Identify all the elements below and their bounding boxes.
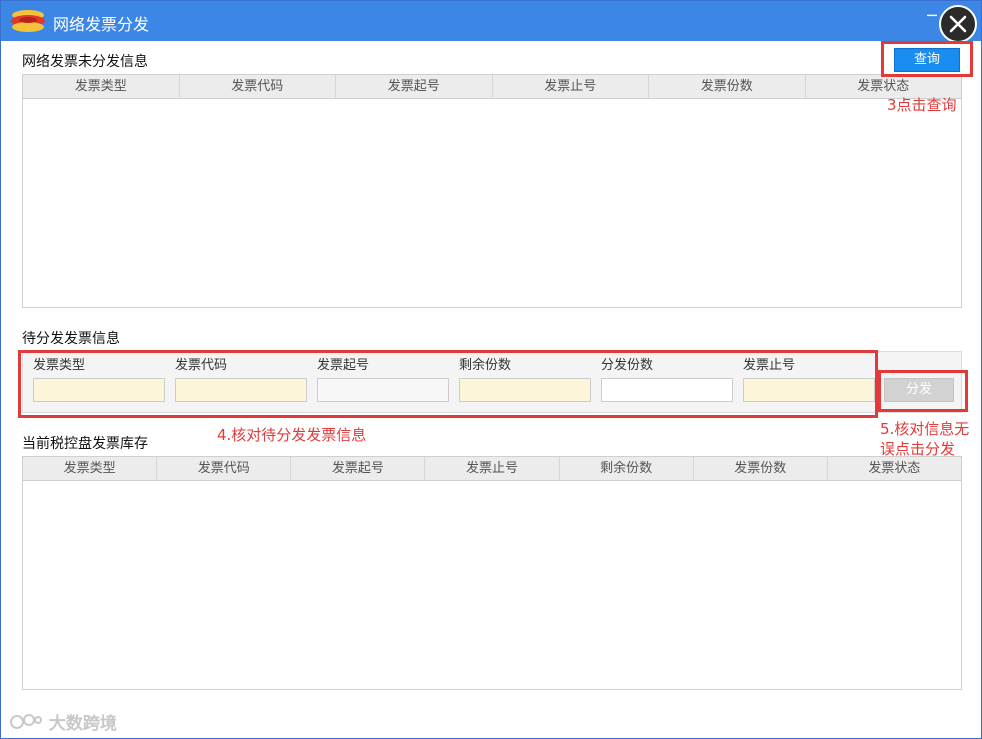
column-header[interactable]: 发票类型 bbox=[23, 75, 180, 98]
column-header[interactable]: 发票代码 bbox=[180, 75, 336, 98]
invoice-distribution-window: 网络发票分发 ─ 网络发票未分发信息 查询 发票类型 发票代码 发票起号 发票止… bbox=[0, 0, 982, 739]
app-logo-icon bbox=[11, 10, 45, 32]
close-icon bbox=[949, 15, 967, 33]
column-header[interactable]: 发票状态 bbox=[828, 457, 961, 480]
unassigned-invoice-table[interactable]: 发票类型 发票代码 发票起号 发票止号 发票份数 发票状态 bbox=[22, 74, 962, 308]
title-bar[interactable]: 网络发票分发 ─ bbox=[1, 1, 981, 43]
distribute-highlight-box bbox=[878, 370, 968, 412]
column-header[interactable]: 发票起号 bbox=[291, 457, 426, 480]
watermark-logo-icon bbox=[10, 714, 42, 729]
column-header[interactable]: 发票份数 bbox=[649, 75, 806, 98]
query-highlight-box bbox=[881, 41, 973, 77]
step3-annotation: 3点击查询 bbox=[887, 96, 957, 114]
column-header[interactable]: 发票止号 bbox=[493, 75, 649, 98]
pending-highlight-box bbox=[18, 350, 878, 418]
watermark: 大数跨境 bbox=[9, 709, 117, 734]
column-header[interactable]: 发票起号 bbox=[336, 75, 493, 98]
inventory-section-label: 当前税控盘发票库存 bbox=[22, 436, 148, 452]
step4-annotation: 4.核对待分发发票信息 bbox=[217, 426, 367, 444]
step5-annotation-line1: 5.核对信息无 bbox=[880, 420, 970, 438]
unassigned-section-label: 网络发票未分发信息 bbox=[22, 54, 148, 70]
column-header[interactable]: 发票代码 bbox=[157, 457, 292, 480]
column-header[interactable]: 发票止号 bbox=[425, 457, 560, 480]
pending-section-label: 待分发发票信息 bbox=[22, 331, 120, 347]
unassigned-table-header: 发票类型 发票代码 发票起号 发票止号 发票份数 发票状态 bbox=[23, 75, 961, 99]
step5-annotation-line2: 误点击分发 bbox=[880, 440, 956, 458]
inventory-table-header: 发票类型 发票代码 发票起号 发票止号 剩余份数 发票份数 发票状态 bbox=[23, 457, 961, 481]
watermark-text: 大数跨境 bbox=[48, 714, 117, 734]
window-title: 网络发票分发 bbox=[53, 15, 150, 34]
inventory-table[interactable]: 发票类型 发票代码 发票起号 发票止号 剩余份数 发票份数 发票状态 bbox=[22, 456, 962, 690]
column-header[interactable]: 发票类型 bbox=[23, 457, 158, 480]
column-header[interactable]: 发票份数 bbox=[694, 457, 828, 480]
column-header[interactable]: 剩余份数 bbox=[560, 457, 694, 480]
close-button[interactable] bbox=[939, 5, 977, 43]
